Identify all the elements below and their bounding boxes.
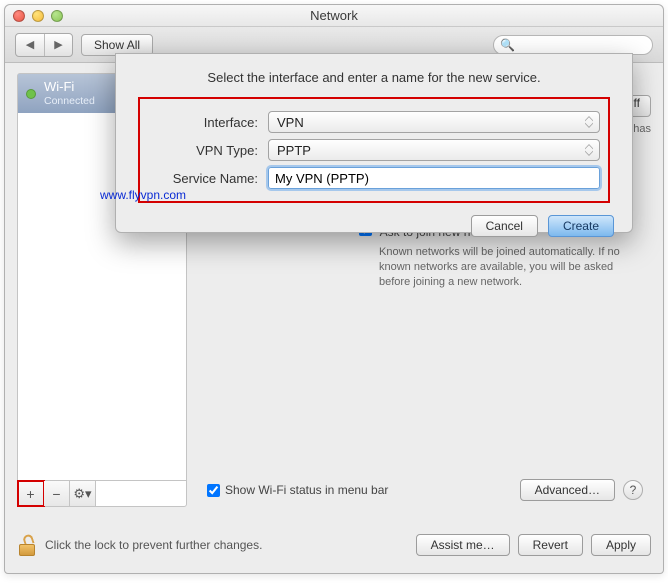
nav-buttons: ◀ ▶ xyxy=(15,33,73,57)
vpntype-label: VPN Type: xyxy=(148,143,268,158)
window-title: Network xyxy=(5,8,663,23)
apply-button[interactable]: Apply xyxy=(591,534,651,556)
highlighted-form: Interface: VPN VPN Type: PPTP Service Na… xyxy=(138,97,610,203)
help-button[interactable]: ? xyxy=(623,480,643,500)
lock-icon[interactable] xyxy=(17,534,37,556)
main-bottom-row: Show Wi-Fi status in menu bar Advanced… … xyxy=(199,479,651,501)
cancel-button[interactable]: Cancel xyxy=(471,215,538,237)
search-field[interactable]: 🔍 xyxy=(493,35,653,55)
forward-button[interactable]: ▶ xyxy=(44,34,72,56)
footer: Click the lock to prevent further change… xyxy=(5,517,663,573)
network-window: Network ◀ ▶ Show All 🔍 Wi-Fi Connected xyxy=(4,4,664,574)
sidebar-footer: + − ⚙▾ xyxy=(18,480,186,506)
watermark-text: www.flyvpn.com xyxy=(100,188,186,202)
new-service-sheet: Select the interface and enter a name fo… xyxy=(115,53,633,233)
add-service-button[interactable]: + xyxy=(18,481,44,506)
revert-button[interactable]: Revert xyxy=(518,534,583,556)
ask-join-note: Known networks will be joined automatica… xyxy=(379,245,639,290)
vpntype-select[interactable]: PPTP xyxy=(268,139,600,161)
search-input[interactable] xyxy=(519,39,646,51)
show-status-label: Show Wi-Fi status in menu bar xyxy=(225,483,388,497)
titlebar: Network xyxy=(5,5,663,27)
back-button[interactable]: ◀ xyxy=(16,34,44,56)
servicename-label: Service Name: xyxy=(148,171,268,186)
servicename-input[interactable] xyxy=(268,167,600,189)
gear-menu-button[interactable]: ⚙▾ xyxy=(70,481,96,506)
assist-button[interactable]: Assist me… xyxy=(416,534,510,556)
status-dot-icon xyxy=(26,89,36,99)
interface-select[interactable]: VPN xyxy=(268,111,600,133)
show-status-checkbox[interactable] xyxy=(207,484,220,497)
remove-service-button[interactable]: − xyxy=(44,481,70,506)
service-status: Connected xyxy=(44,95,95,107)
advanced-button[interactable]: Advanced… xyxy=(520,479,615,501)
create-button[interactable]: Create xyxy=(548,215,614,237)
interface-label: Interface: xyxy=(148,115,268,130)
sheet-prompt: Select the interface and enter a name fo… xyxy=(134,70,614,85)
lock-text: Click the lock to prevent further change… xyxy=(45,538,262,552)
search-icon: 🔍 xyxy=(500,38,515,52)
service-name: Wi-Fi xyxy=(44,79,74,94)
